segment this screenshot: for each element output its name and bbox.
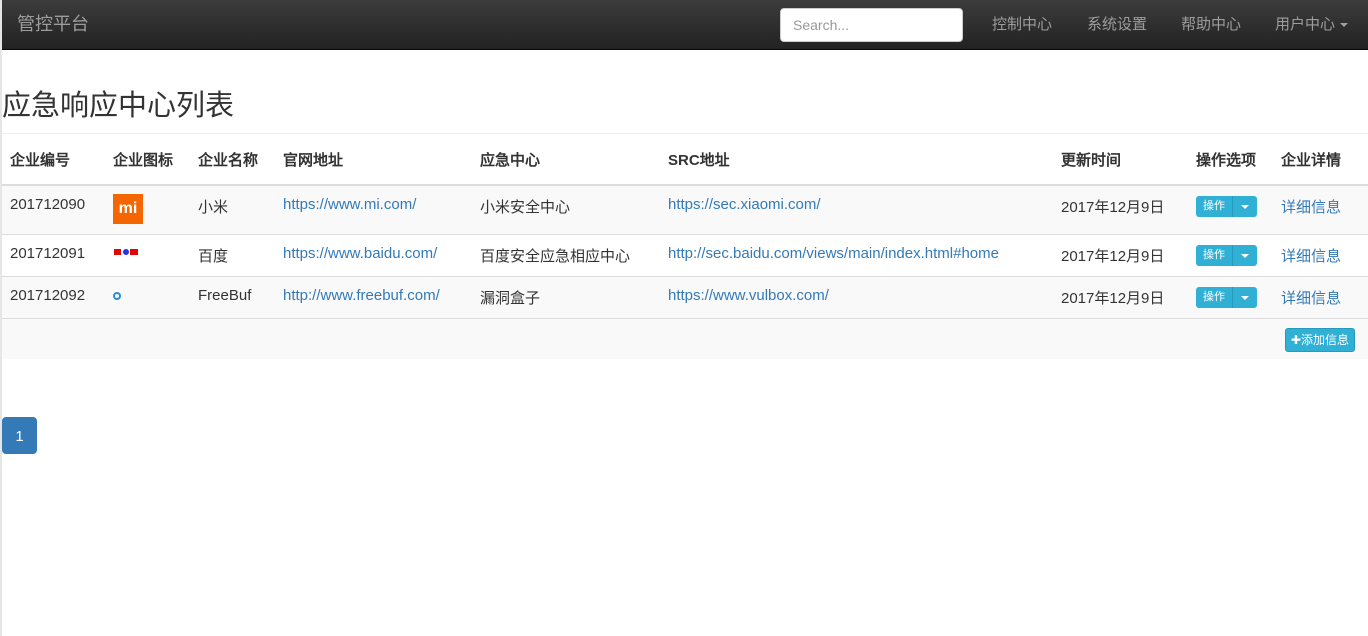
cell-logo xyxy=(105,276,190,319)
detail-link[interactable]: 详细信息 xyxy=(1281,199,1341,216)
src-link[interactable]: https://www.vulbox.com/ xyxy=(668,287,829,304)
table-row: 201712090 mi 小米 https://www.mi.com/ 小米安全… xyxy=(2,184,1368,235)
action-dropdown-toggle[interactable] xyxy=(1233,245,1257,266)
pagination-page-1[interactable]: 1 xyxy=(2,417,37,454)
cell-center: 百度安全应急相应中心 xyxy=(472,234,660,277)
cell-detail: 详细信息 xyxy=(1273,184,1368,235)
action-button[interactable]: 操作 xyxy=(1196,245,1233,266)
nav-control-center[interactable]: 控制中心 xyxy=(992,15,1052,35)
freebuf-logo-icon xyxy=(113,292,121,300)
col-header-website: 官网地址 xyxy=(275,133,472,186)
col-header-name: 企业名称 xyxy=(190,133,275,186)
col-header-action: 操作选项 xyxy=(1188,133,1273,186)
cell-id: 201712092 xyxy=(2,276,105,319)
action-button[interactable]: 操作 xyxy=(1196,287,1233,308)
cell-src: http://sec.baidu.com/views/main/index.ht… xyxy=(660,234,1053,277)
action-button-group: 操作 xyxy=(1196,245,1257,266)
detail-link[interactable]: 详细信息 xyxy=(1281,248,1341,265)
cell-updated: 2017年12月9日 xyxy=(1053,276,1188,319)
action-button-group: 操作 xyxy=(1196,287,1257,308)
detail-link[interactable]: 详细信息 xyxy=(1281,290,1341,307)
plus-icon: ✚ xyxy=(1290,333,1301,347)
nav-help-center[interactable]: 帮助中心 xyxy=(1181,15,1241,35)
cell-website: http://www.freebuf.com/ xyxy=(275,276,472,319)
cell-name: FreeBuf xyxy=(190,276,275,319)
cell-center: 漏洞盒子 xyxy=(472,276,660,319)
cell-id: 201712090 xyxy=(2,184,105,235)
action-button-group: 操作 xyxy=(1196,196,1257,217)
baidu-logo-icon xyxy=(114,249,138,255)
table-row: 201712091 百度 https://www.baidu.com/ 百度安全… xyxy=(2,234,1368,277)
emergency-center-table: 企业编号 企业图标 企业名称 官网地址 应急中心 SRC地址 更新时间 操作选项… xyxy=(2,133,1368,359)
cell-name: 百度 xyxy=(190,234,275,277)
cell-action: 操作 xyxy=(1188,234,1273,277)
col-header-id: 企业编号 xyxy=(2,133,105,186)
page: 管控平台 控制中心 系统设置 帮助中心 用户中心 应急响应中心列表 企业编号 企… xyxy=(0,0,1368,636)
brand-title[interactable]: 管控平台 xyxy=(17,13,89,35)
caret-down-icon xyxy=(1241,295,1249,300)
cell-website: https://www.mi.com/ xyxy=(275,184,472,235)
website-link[interactable]: https://www.mi.com/ xyxy=(283,196,416,213)
caret-down-icon xyxy=(1241,204,1249,209)
cell-logo xyxy=(105,234,190,277)
cell-id: 201712091 xyxy=(2,234,105,277)
table-footer-cell: ✚添加信息 xyxy=(2,318,1368,359)
table-header-row: 企业编号 企业图标 企业名称 官网地址 应急中心 SRC地址 更新时间 操作选项… xyxy=(2,133,1368,186)
cell-updated: 2017年12月9日 xyxy=(1053,184,1188,235)
action-dropdown-toggle[interactable] xyxy=(1233,196,1257,217)
add-info-label: 添加信息 xyxy=(1300,333,1349,347)
caret-down-icon xyxy=(1241,253,1249,258)
navbar: 管控平台 控制中心 系统设置 帮助中心 用户中心 xyxy=(2,0,1368,50)
search-input[interactable] xyxy=(780,8,963,42)
nav-system-settings[interactable]: 系统设置 xyxy=(1087,15,1147,35)
cell-detail: 详细信息 xyxy=(1273,234,1368,277)
cell-website: https://www.baidu.com/ xyxy=(275,234,472,277)
col-header-center: 应急中心 xyxy=(472,133,660,186)
action-dropdown-toggle[interactable] xyxy=(1233,287,1257,308)
src-link[interactable]: http://sec.baidu.com/views/main/index.ht… xyxy=(668,245,999,262)
cell-src: https://sec.xiaomi.com/ xyxy=(660,184,1053,235)
cell-action: 操作 xyxy=(1188,276,1273,319)
cell-name: 小米 xyxy=(190,184,275,235)
col-header-detail: 企业详情 xyxy=(1273,133,1368,186)
col-header-logo: 企业图标 xyxy=(105,133,190,186)
caret-down-icon xyxy=(1340,23,1349,28)
xiaomi-logo-icon: mi xyxy=(113,194,143,224)
nav-user-center-dropdown[interactable]: 用户中心 xyxy=(1275,15,1349,35)
cell-src: https://www.vulbox.com/ xyxy=(660,276,1053,319)
cell-action: 操作 xyxy=(1188,184,1273,235)
cell-center: 小米安全中心 xyxy=(472,184,660,235)
page-title: 应急响应中心列表 xyxy=(2,90,235,122)
col-header-updated: 更新时间 xyxy=(1053,133,1188,186)
table-row: 201712092 FreeBuf http://www.freebuf.com… xyxy=(2,276,1368,319)
action-button[interactable]: 操作 xyxy=(1196,196,1233,217)
add-info-button[interactable]: ✚添加信息 xyxy=(1284,328,1355,352)
cell-detail: 详细信息 xyxy=(1273,276,1368,319)
website-link[interactable]: https://www.baidu.com/ xyxy=(283,245,437,262)
nav-user-center-label: 用户中心 xyxy=(1275,16,1336,33)
cell-logo: mi xyxy=(105,184,190,235)
cell-updated: 2017年12月9日 xyxy=(1053,234,1188,277)
table-footer-row: ✚添加信息 xyxy=(2,318,1368,359)
src-link[interactable]: https://sec.xiaomi.com/ xyxy=(668,196,821,213)
website-link[interactable]: http://www.freebuf.com/ xyxy=(283,287,440,304)
col-header-src: SRC地址 xyxy=(660,133,1053,186)
